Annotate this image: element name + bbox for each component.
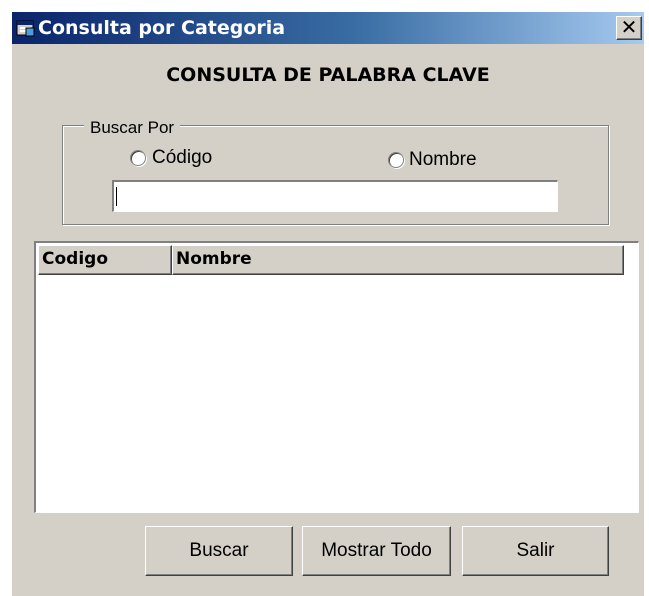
salir-button[interactable]: Salir [462, 526, 609, 576]
search-input[interactable] [112, 180, 558, 212]
consulta-window: Consulta por Categoria ✕ CONSULTA DE PAL… [12, 12, 644, 596]
mostrar-todo-button[interactable]: Mostrar Todo [302, 526, 451, 576]
close-icon: ✕ [620, 15, 638, 39]
radio-codigo[interactable] [130, 150, 146, 166]
column-header-codigo[interactable]: Codigo [38, 245, 172, 275]
window-title: Consulta por Categoria [38, 17, 286, 39]
radio-codigo-label[interactable]: Código [152, 147, 212, 169]
buscar-button[interactable]: Buscar [145, 526, 293, 576]
title-bar[interactable]: Consulta por Categoria ✕ [12, 12, 644, 44]
app-window-icon [16, 20, 35, 37]
text-caret [116, 187, 117, 206]
radio-nombre[interactable] [388, 152, 404, 168]
column-header-nombre[interactable]: Nombre [172, 245, 624, 275]
groupbox-legend: Buscar Por [84, 118, 181, 138]
page-title: CONSULTA DE PALABRA CLAVE [166, 64, 490, 86]
results-listview[interactable]: Codigo Nombre [34, 241, 639, 513]
close-button[interactable]: ✕ [616, 16, 642, 40]
radio-nombre-label[interactable]: Nombre [409, 149, 477, 171]
